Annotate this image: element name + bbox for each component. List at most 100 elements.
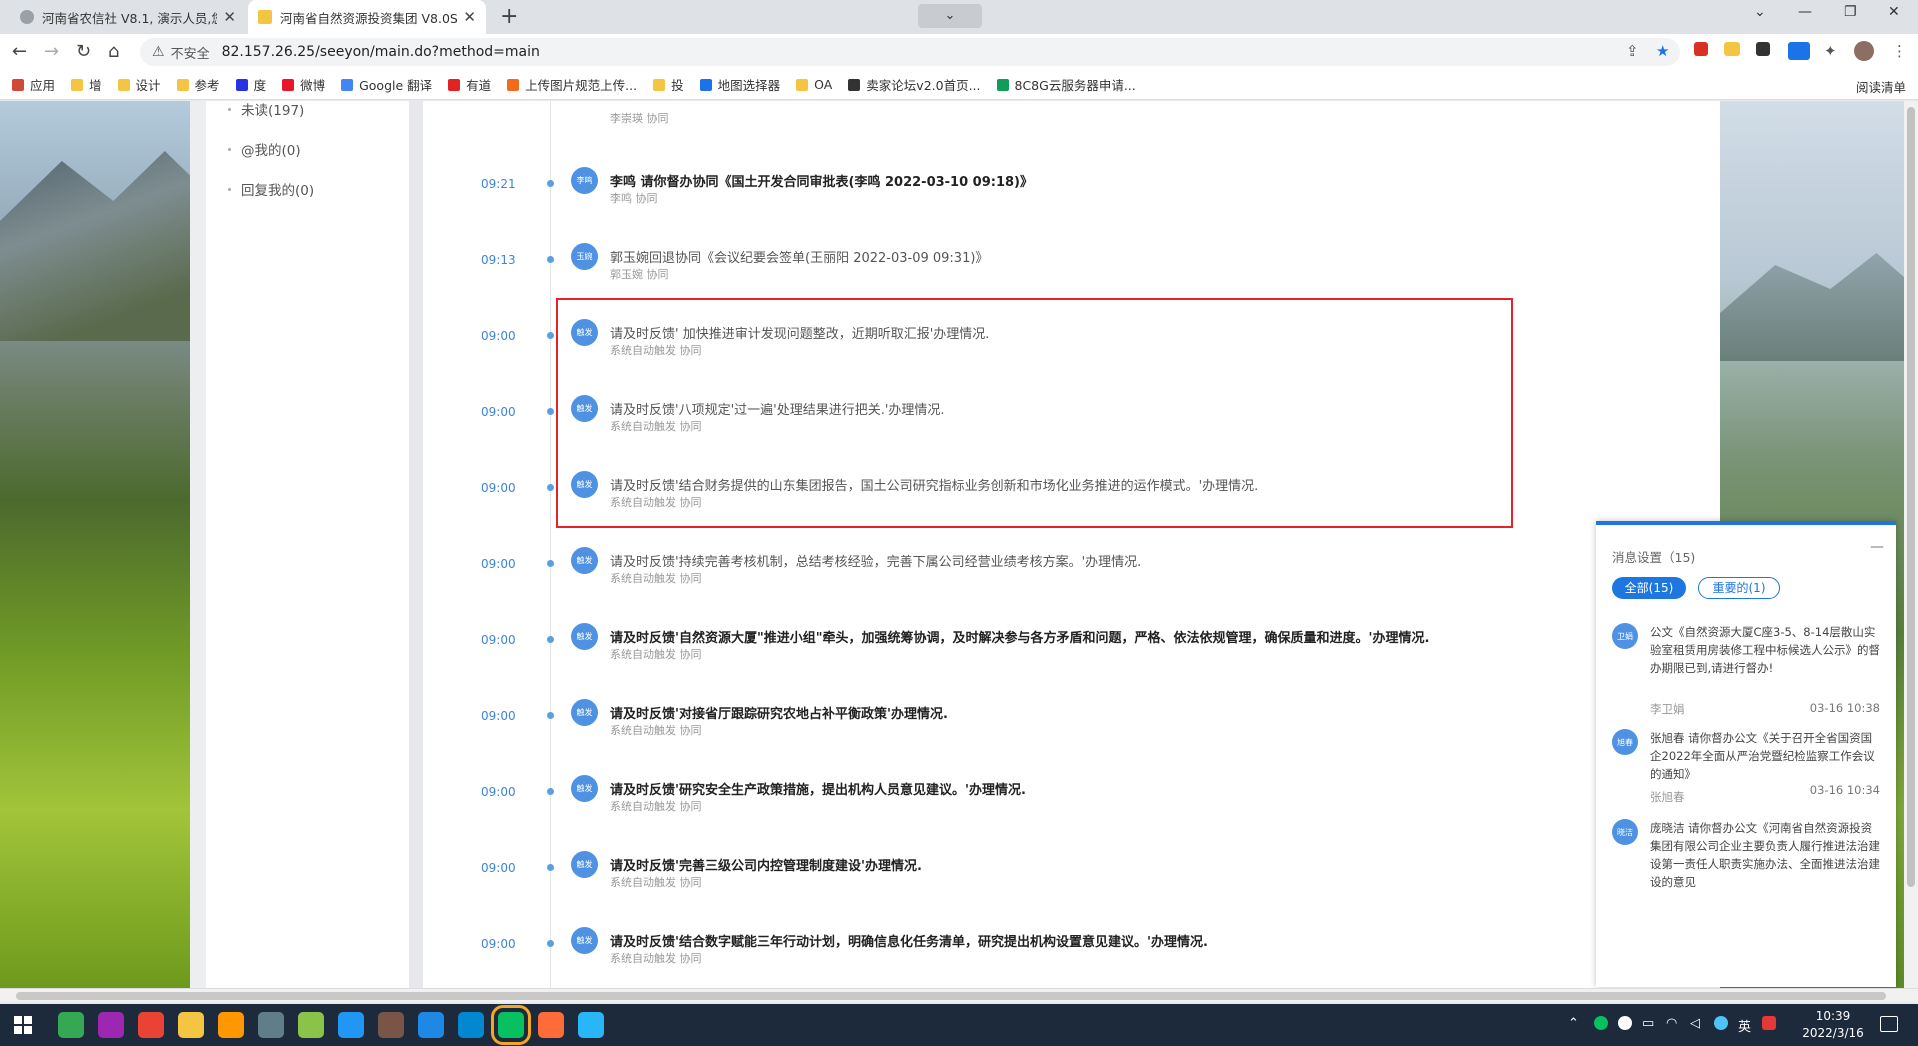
postman-taskbar-icon[interactable] bbox=[538, 1012, 564, 1038]
bookmark-folder[interactable]: 设计 bbox=[117, 75, 161, 94]
filter-important-button[interactable]: 重要的(1) bbox=[1698, 577, 1780, 599]
url-text[interactable]: 82.157.26.25/seeyon/main.do?method=main bbox=[222, 44, 540, 60]
nav-item-unread[interactable]: 未读(197) bbox=[228, 101, 304, 119]
row-title[interactable]: 请及时反馈'对接省厅跟踪研究农地占补平衡政策'办理情况. bbox=[610, 703, 948, 722]
timeline-row[interactable]: 李崇瑛 协同 bbox=[423, 101, 1720, 141]
user-app-taskbar-icon[interactable] bbox=[378, 1012, 404, 1038]
tab-close-icon[interactable]: ✕ bbox=[223, 8, 236, 26]
timeline-row[interactable]: 09:00 触发 请及时反馈' 加快推进审计发现问题整改，近期听取汇报'办理情况… bbox=[423, 311, 1720, 373]
scrollbar-thumb[interactable] bbox=[16, 992, 1886, 1000]
tab-search-button[interactable]: ⌄ bbox=[918, 4, 982, 28]
message-text[interactable]: 庞晓洁 请你督办公文《河南省自然资源投资集团有限公司企业主要负责人履行推进法治建… bbox=[1650, 819, 1880, 891]
system-clock[interactable]: 10:39 2022/3/16 bbox=[1790, 1008, 1876, 1042]
network-tray-icon[interactable] bbox=[1714, 1016, 1728, 1030]
timeline-row[interactable]: 09:00 触发 请及时反馈'自然资源大厦"推进小组"牵头，加强统筹协调，及时解… bbox=[423, 615, 1720, 677]
bookmark-star-icon[interactable]: ★ bbox=[1656, 42, 1669, 60]
row-title[interactable]: 请及时反馈'持续完善考核机制，总结考核经验，完善下属公司经营业绩考核方案。'办理… bbox=[610, 551, 1141, 570]
nav-item-replies[interactable]: 回复我的(0) bbox=[228, 179, 314, 199]
address-bar[interactable]: ⚠ 不安全 82.157.26.25/seeyon/main.do?method… bbox=[140, 38, 1680, 66]
sublime-taskbar-icon[interactable] bbox=[218, 1012, 244, 1038]
row-title[interactable]: 请及时反馈'结合数字赋能三年行动计划，明确信息化任务清单，研究提出机构设置意见建… bbox=[610, 931, 1208, 950]
extension-dark-icon[interactable] bbox=[1756, 42, 1770, 56]
tab-close-icon[interactable]: ✕ bbox=[463, 8, 476, 26]
chrome-taskbar-icon[interactable] bbox=[58, 1012, 84, 1038]
nav-item-mentions[interactable]: @我的(0) bbox=[228, 139, 301, 159]
bookmark-google-translate[interactable]: Google 翻译 bbox=[341, 75, 432, 94]
sogou-tray-icon[interactable] bbox=[1762, 1016, 1776, 1030]
profile-avatar[interactable] bbox=[1854, 41, 1874, 61]
bookmark-folder[interactable]: 参考 bbox=[176, 75, 220, 94]
wechat-tray-icon[interactable] bbox=[1594, 1016, 1608, 1030]
close-window-button[interactable]: ✕ bbox=[1888, 4, 1900, 20]
extension-new-icon[interactable] bbox=[1788, 42, 1810, 60]
bookmark-cloud-server[interactable]: 8C8G云服务器申请... bbox=[996, 75, 1136, 94]
browser-menu-icon[interactable]: ⋮ bbox=[1892, 42, 1907, 60]
row-title[interactable]: 请及时反馈'自然资源大厦"推进小组"牵头，加强统筹协调，及时解决参与各方矛盾和问… bbox=[610, 627, 1429, 646]
windows-start-icon[interactable] bbox=[14, 1016, 32, 1034]
row-title[interactable]: 请及时反馈'研究安全生产政策措施，提出机构人员意见建议。'办理情况. bbox=[610, 779, 1026, 798]
extension-red-icon[interactable] bbox=[1694, 42, 1708, 56]
reading-list-button[interactable]: 阅读清单 bbox=[1856, 77, 1906, 96]
timeline-row[interactable]: 09:00 触发 请及时反馈'研究安全生产政策措施，提出机构人员意见建议。'办理… bbox=[423, 767, 1720, 829]
vertical-scrollbar[interactable] bbox=[1904, 101, 1918, 988]
feishu-taskbar-icon[interactable] bbox=[418, 1012, 444, 1038]
row-title[interactable]: 请及时反馈'完善三级公司内控管理制度建设'办理情况. bbox=[610, 855, 922, 874]
home-button[interactable]: ⌂ bbox=[108, 41, 119, 62]
bookmark-baidu[interactable]: 度 bbox=[235, 75, 266, 94]
explorer-taskbar-icon[interactable] bbox=[178, 1012, 204, 1038]
horizontal-scrollbar[interactable] bbox=[0, 988, 1918, 1002]
bookmark-weibo[interactable]: 微博 bbox=[282, 75, 325, 94]
bookmark-folder[interactable]: 投 bbox=[653, 75, 684, 94]
tab-henan-natural-resources[interactable]: 河南省自然资源投资集团 V8.0SP ✕ bbox=[248, 0, 486, 34]
back-button[interactable]: ← bbox=[12, 41, 27, 62]
snipping-taskbar-icon[interactable] bbox=[258, 1012, 284, 1038]
new-tab-button[interactable]: + bbox=[500, 4, 518, 29]
filter-all-button[interactable]: 全部(15) bbox=[1612, 577, 1686, 599]
chrome-2-taskbar-icon[interactable] bbox=[138, 1012, 164, 1038]
scrollbar-thumb[interactable] bbox=[1907, 107, 1915, 887]
puzzle-icon[interactable]: ✦ bbox=[1824, 42, 1837, 60]
timeline-row[interactable]: 09:00 触发 请及时反馈'八项规定'过一遍'处理结果进行把关.'办理情况. … bbox=[423, 387, 1720, 449]
minimize-icon[interactable]: — bbox=[1870, 539, 1884, 555]
volume-icon[interactable]: ◁ bbox=[1690, 1016, 1700, 1031]
minimize-button[interactable]: — bbox=[1798, 4, 1812, 20]
timeline-row[interactable]: 09:21 李鸣 李鸣 请你督办协同《国土开发合同审批表(李鸣 2022-03-… bbox=[423, 159, 1720, 221]
timeline-row[interactable]: 09:00 触发 请及时反馈'对接省厅跟踪研究农地占补平衡政策'办理情况. 系统… bbox=[423, 691, 1720, 753]
row-title[interactable]: 李鸣 请你督办协同《国土开发合同审批表(李鸣 2022-03-10 09:18)… bbox=[610, 171, 1033, 190]
qq-tray-icon[interactable] bbox=[1618, 1016, 1632, 1030]
bookmark-folder[interactable]: 增 bbox=[71, 75, 102, 94]
notepad-taskbar-icon[interactable] bbox=[298, 1012, 324, 1038]
message-text[interactable]: 公文《自然资源大厦C座3-5、8-14层散山实验室租赁用房装修工程中标候选人公示… bbox=[1650, 623, 1880, 677]
wechat-taskbar-icon[interactable] bbox=[491, 1005, 531, 1045]
notification-center-icon[interactable] bbox=[1880, 1016, 1898, 1032]
tab-list-icon[interactable]: ⌄ bbox=[1754, 4, 1766, 20]
timeline-row[interactable]: 09:00 触发 请及时反馈'持续完善考核机制，总结考核经验，完善下属公司经营业… bbox=[423, 539, 1720, 601]
bookmark-folder[interactable]: OA bbox=[796, 77, 832, 92]
ime-indicator[interactable]: 英 bbox=[1738, 1016, 1751, 1035]
tray-expand-icon[interactable]: ⌃ bbox=[1568, 1016, 1579, 1031]
message-panel-title[interactable]: 消息设置（15) bbox=[1612, 547, 1695, 566]
message-text[interactable]: 张旭春 请你督办公文《关于召开全省国资国企2022年全面从严治党暨纪检监察工作会… bbox=[1650, 729, 1880, 783]
share-icon[interactable]: ⇪ bbox=[1626, 42, 1639, 60]
reload-button[interactable]: ↻ bbox=[76, 41, 91, 62]
bookmark-map-picker[interactable]: 地图选择器 bbox=[699, 75, 780, 94]
bookmark-seller-forum[interactable]: 卖家论坛v2.0首页... bbox=[848, 75, 981, 94]
maximize-button[interactable]: ❐ bbox=[1844, 4, 1857, 20]
edge-browser-taskbar-icon[interactable] bbox=[338, 1012, 364, 1038]
timeline-row[interactable]: 09:00 触发 请及时反馈'结合数字赋能三年行动计划，明确信息化任务清单，研究… bbox=[423, 919, 1720, 981]
photos-taskbar-icon[interactable] bbox=[458, 1012, 484, 1038]
row-title[interactable]: 请及时反馈' 加快推进审计发现问题整改，近期听取汇报'办理情况. bbox=[610, 323, 989, 342]
jetbrains-taskbar-icon[interactable] bbox=[98, 1012, 124, 1038]
battery-icon[interactable]: ▭ bbox=[1642, 1016, 1654, 1031]
row-title[interactable]: 请及时反馈'八项规定'过一遍'处理结果进行把关.'办理情况. bbox=[610, 399, 945, 418]
warning-icon[interactable]: ⚠ bbox=[152, 44, 165, 60]
chat-app-taskbar-icon[interactable] bbox=[578, 1012, 604, 1038]
timeline-row[interactable]: 09:13 玉婉 郭玉婉回退协同《会议纪要会签单(王丽阳 2022-03-09 … bbox=[423, 235, 1720, 297]
bookmark-upload[interactable]: 上传图片规范上传... bbox=[507, 75, 637, 94]
bookmark-apps[interactable]: 应用 bbox=[12, 75, 55, 94]
timeline-row[interactable]: 09:00 触发 请及时反馈'完善三级公司内控管理制度建设'办理情况. 系统自动… bbox=[423, 843, 1720, 905]
security-label[interactable]: 不安全 bbox=[171, 43, 210, 62]
extension-yellow-icon[interactable] bbox=[1724, 42, 1740, 56]
bookmark-youdao[interactable]: 有道 bbox=[448, 75, 491, 94]
row-title[interactable]: 请及时反馈'结合财务提供的山东集团报告，国土公司研究指标业务创新和市场化业务推进… bbox=[610, 475, 1258, 494]
